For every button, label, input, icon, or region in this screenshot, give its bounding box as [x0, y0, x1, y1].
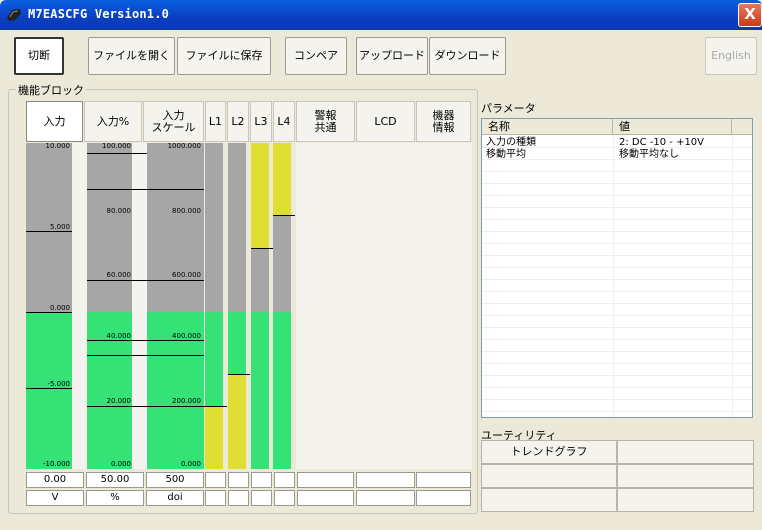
- disconnect-button[interactable]: 切断: [14, 37, 64, 75]
- parameters-legend: パラメータ: [481, 102, 536, 115]
- scale-unit: doi: [146, 490, 204, 506]
- tab-lcd[interactable]: LCD: [356, 101, 415, 142]
- input-tick: 5.000: [49, 223, 70, 231]
- english-button[interactable]: English: [705, 37, 757, 75]
- table-row[interactable]: 入力の種類 2: DC -10 - +10V: [482, 137, 752, 149]
- utility-slot[interactable]: [617, 488, 754, 512]
- scale-tick: 1000.000: [167, 142, 201, 150]
- title-bar: M7EASCFG Version1.0 X: [0, 0, 762, 30]
- close-icon: X: [744, 5, 756, 23]
- input-value: 0.00: [26, 472, 84, 488]
- utility-slot[interactable]: [617, 440, 754, 464]
- save-file-button[interactable]: ファイルに保存: [177, 37, 271, 75]
- upload-button[interactable]: アップロード: [356, 37, 428, 75]
- l4-value: [274, 472, 295, 488]
- device-unit: [416, 490, 471, 506]
- input-unit: V: [26, 490, 84, 506]
- window-title: M7EASCFG Version1.0: [28, 7, 170, 21]
- open-file-button[interactable]: ファイルを開く: [88, 37, 175, 75]
- l1-meter: [205, 143, 223, 469]
- l3-unit: [251, 490, 272, 506]
- table-row[interactable]: 移動平均 移動平均なし: [482, 149, 752, 161]
- l2-meter: [228, 143, 246, 469]
- percent-tick: 40.000: [106, 332, 132, 340]
- percent-tick: 100.000: [102, 142, 131, 150]
- scale-tick: 0.000: [180, 460, 201, 468]
- tab-l1[interactable]: L1: [205, 101, 226, 142]
- l2-value: [228, 472, 249, 488]
- l4-unit: [274, 490, 295, 506]
- scale-tick: 800.000: [172, 207, 201, 215]
- param-name: 移動平均: [486, 149, 526, 160]
- scale-value: 500: [146, 472, 204, 488]
- close-button[interactable]: X: [738, 3, 762, 27]
- percent-value: 50.00: [86, 472, 144, 488]
- tab-l3[interactable]: L3: [250, 101, 272, 142]
- scale-tick: 400.000: [172, 332, 201, 340]
- param-value: 移動平均なし: [619, 149, 679, 160]
- l3-meter: [251, 143, 269, 469]
- tab-device-info[interactable]: 機器 情報: [416, 101, 471, 142]
- percent-tick: 80.000: [106, 207, 132, 215]
- scale-meter: [147, 143, 204, 469]
- percent-unit: %: [86, 490, 144, 506]
- column-header-blank: [732, 119, 752, 135]
- tab-input[interactable]: 入力: [26, 101, 83, 142]
- app-icon: [7, 9, 21, 21]
- utility-slot[interactable]: [617, 464, 754, 488]
- tab-l2[interactable]: L2: [227, 101, 249, 142]
- column-header-value[interactable]: 値: [613, 119, 732, 135]
- tab-l4[interactable]: L4: [273, 101, 295, 142]
- alarm-value: [297, 472, 354, 488]
- alarm-unit: [297, 490, 354, 506]
- l3-value: [251, 472, 272, 488]
- column-header-name[interactable]: 名称: [482, 119, 613, 135]
- meter-panel: 10.000 5.000 0.000 -5.000 -10.000 100.00…: [26, 142, 472, 469]
- percent-meter: [87, 143, 132, 469]
- l1-unit: [205, 490, 226, 506]
- l1-value: [205, 472, 226, 488]
- input-tick: 10.000: [45, 142, 71, 150]
- tab-alarm-common[interactable]: 警報 共通: [296, 101, 355, 142]
- download-button[interactable]: ダウンロード: [429, 37, 506, 75]
- scale-tick: 600.000: [172, 271, 201, 279]
- device-value: [416, 472, 471, 488]
- utility-slot[interactable]: [481, 488, 617, 512]
- percent-tick: 20.000: [106, 397, 132, 405]
- lcd-value: [356, 472, 415, 488]
- input-tick: 0.000: [49, 304, 70, 312]
- tab-input-percent[interactable]: 入力%: [84, 101, 142, 142]
- input-tick: -10.000: [42, 460, 70, 468]
- input-tick: -5.000: [47, 380, 70, 388]
- compare-button[interactable]: コンペア: [285, 37, 347, 75]
- function-block-legend: 機能ブロック: [16, 82, 86, 98]
- tab-input-scale[interactable]: 入力 スケール: [143, 101, 204, 142]
- scale-tick: 200.000: [172, 397, 201, 405]
- l4-meter: [273, 143, 291, 469]
- percent-tick: 60.000: [106, 271, 132, 279]
- param-name: 入力の種類: [486, 137, 536, 148]
- lcd-unit: [356, 490, 415, 506]
- l2-unit: [228, 490, 249, 506]
- param-value: 2: DC -10 - +10V: [619, 137, 705, 148]
- parameter-list[interactable]: 名称 値 入力の種類 2: DC -10 - +10V 移動平均 移動平均なし: [481, 118, 753, 418]
- utility-slot[interactable]: [481, 464, 617, 488]
- percent-tick: 0.000: [110, 460, 131, 468]
- trend-graph-button[interactable]: トレンドグラフ: [481, 440, 617, 464]
